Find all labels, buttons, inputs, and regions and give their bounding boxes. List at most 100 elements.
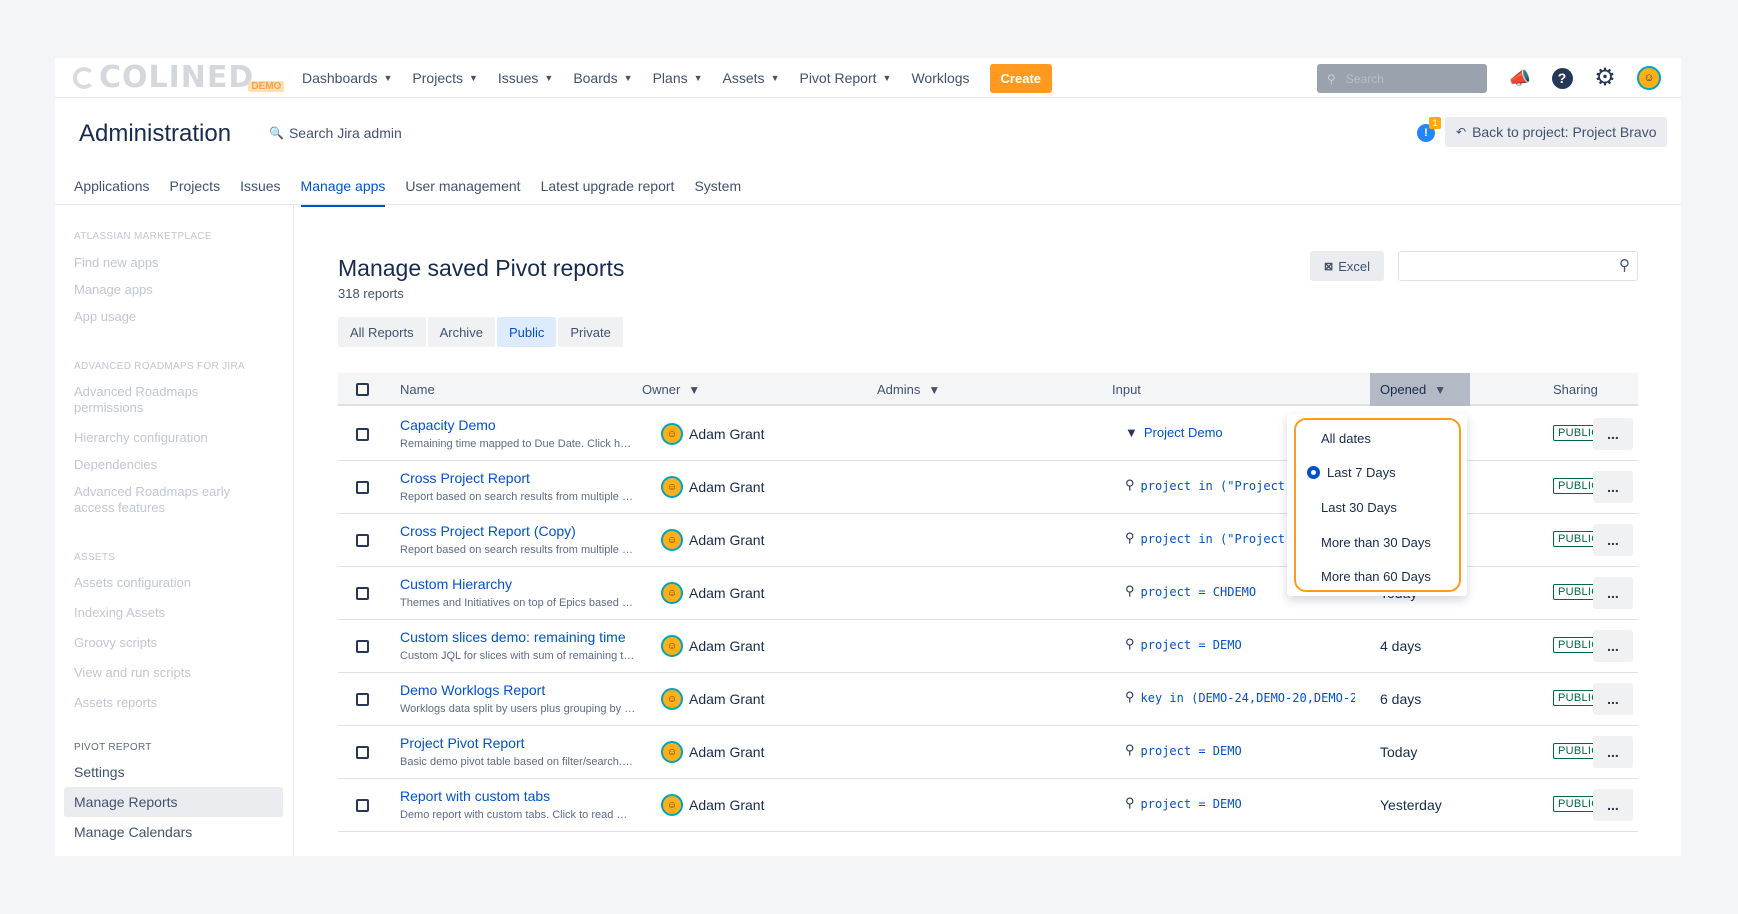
app-frame: COLINED DEMO Dashboards ▼ Projects ▼ Issue… (55, 58, 1681, 856)
report-name-link[interactable]: Custom Hierarchy (400, 576, 512, 592)
option-more-than-30-days[interactable]: More than 30 Days (1321, 535, 1431, 550)
column-opened[interactable]: Opened ▼ (1370, 373, 1470, 406)
sidebar-item-manage-apps[interactable]: Manage apps (74, 282, 234, 298)
opened-value: Yesterday (1380, 797, 1442, 813)
sidebar-item-indexing-assets[interactable]: Indexing Assets (74, 605, 234, 621)
excel-export-button[interactable]: ⊠ Excel (1310, 251, 1384, 281)
sidebar-item-settings[interactable]: Settings (74, 764, 234, 780)
column-label: Owner (642, 382, 681, 397)
column-owner[interactable]: Owner ▼ (642, 373, 700, 406)
logo[interactable]: COLINED DEMO (73, 63, 290, 93)
more-actions-button[interactable]: ... (1593, 736, 1633, 768)
logo-mark-icon (73, 67, 95, 89)
report-name-link[interactable]: Custom slices demo: remaining time (400, 629, 626, 645)
back-to-project-button[interactable]: ↶ Back to project: Project Bravo (1445, 117, 1668, 147)
filter-icon[interactable]: ▼ (928, 383, 940, 397)
megaphone-icon[interactable]: 📣 (1507, 65, 1533, 91)
sidebar-item-dependencies[interactable]: Dependencies (74, 457, 234, 473)
row-checkbox[interactable] (356, 640, 369, 653)
filter-tab-all-reports[interactable]: All Reports (338, 317, 426, 347)
nav-item-issues[interactable]: Issues ▼ (498, 70, 553, 86)
help-icon[interactable]: ? (1549, 65, 1575, 91)
report-name-link[interactable]: Report with custom tabs (400, 788, 550, 804)
tab-projects[interactable]: Projects (170, 178, 221, 207)
tab-user-management[interactable]: User management (405, 178, 520, 207)
nav-item-worklogs[interactable]: Worklogs (911, 70, 969, 86)
report-name-link[interactable]: Cross Project Report (Copy) (400, 523, 576, 539)
create-button[interactable]: Create (989, 63, 1053, 93)
filter-tab-private[interactable]: Private (558, 317, 623, 347)
column-name[interactable]: Name (400, 373, 435, 406)
more-actions-button[interactable]: ... (1593, 418, 1633, 450)
input-cell[interactable]: ⚲ project = DEMO (1125, 743, 1355, 758)
more-actions-button[interactable]: ... (1593, 524, 1633, 556)
input-cell[interactable]: ⚲ project = DEMO (1125, 637, 1355, 652)
nav-item-assets[interactable]: Assets ▼ (723, 70, 780, 86)
nav-item-boards[interactable]: Boards ▼ (573, 70, 632, 86)
tab-issues[interactable]: Issues (240, 178, 280, 207)
option-more-than-60-days[interactable]: More than 60 Days (1321, 569, 1431, 584)
report-name-link[interactable]: Demo Worklogs Report (400, 682, 545, 698)
sidebar-item-early-access-features[interactable]: Advanced Roadmaps early access features (74, 484, 234, 516)
nav-label: Plans (652, 70, 688, 86)
sidebar-item-advanced-roadmaps-permissions[interactable]: Advanced Roadmaps permissions (74, 384, 234, 416)
column-sharing[interactable]: Sharing (1553, 373, 1598, 406)
nav-item-plans[interactable]: Plans ▼ (653, 70, 703, 86)
row-checkbox[interactable] (356, 746, 369, 759)
row-checkbox[interactable] (356, 587, 369, 600)
sidebar-item-groovy-scripts[interactable]: Groovy scripts (74, 635, 234, 651)
input-cell[interactable]: ⚲ key in (DEMO-24,DEMO-20,DEMO-21) (1125, 690, 1355, 705)
row-checkbox[interactable] (356, 693, 369, 706)
table-header: Name Owner ▼ Admins ▼ Input Opened ▼ Sharin… (338, 373, 1638, 406)
sidebar-item-manage-calendars[interactable]: Manage Calendars (74, 824, 234, 840)
row-checkbox[interactable] (356, 428, 369, 441)
filter-icon[interactable]: ▼ (688, 383, 700, 397)
report-description: Custom JQL for slices with sum of remain… (400, 650, 636, 662)
row-checkbox[interactable] (356, 799, 369, 812)
owner-name: Adam Grant (689, 797, 765, 813)
report-name-link[interactable]: Project Pivot Report (400, 735, 525, 751)
admin-search-link[interactable]: 🔍 Search Jira admin (269, 125, 402, 141)
row-checkbox[interactable] (356, 534, 369, 547)
more-actions-button[interactable]: ... (1593, 789, 1633, 821)
search-icon: ⚲ (1327, 71, 1336, 86)
select-all-checkbox[interactable] (356, 373, 369, 406)
more-actions-button[interactable]: ... (1593, 683, 1633, 715)
sidebar-item-app-usage[interactable]: App usage (74, 309, 234, 325)
report-name-link[interactable]: Cross Project Report (400, 470, 530, 486)
column-input[interactable]: Input (1112, 373, 1141, 406)
sidebar-item-assets-reports[interactable]: Assets reports (74, 695, 234, 711)
radio-selected-icon[interactable] (1307, 466, 1320, 479)
tab-latest-upgrade-report[interactable]: Latest upgrade report (541, 178, 675, 207)
tab-manage-apps[interactable]: Manage apps (300, 178, 386, 207)
report-description: Themes and Initiatives on top of Epics b… (400, 597, 636, 609)
sidebar-item-find-new-apps[interactable]: Find new apps (74, 255, 234, 271)
tab-applications[interactable]: Applications (74, 178, 150, 207)
filter-tab-public[interactable]: Public (496, 317, 557, 347)
row-checkbox[interactable] (356, 481, 369, 494)
report-name-link[interactable]: Capacity Demo (400, 417, 496, 433)
nav-item-dashboards[interactable]: Dashboards ▼ (302, 70, 392, 86)
input-cell[interactable]: ⚲ project = DEMO (1125, 796, 1355, 811)
option-last-7-days[interactable]: Last 7 Days (1327, 465, 1396, 480)
sidebar-item-hierarchy-configuration[interactable]: Hierarchy configuration (74, 430, 234, 446)
sidebar-item-assets-configuration[interactable]: Assets configuration (74, 575, 234, 591)
nav-item-pivot-report[interactable]: Pivot Report ▼ (799, 70, 891, 86)
tab-system[interactable]: System (694, 178, 741, 207)
column-admins[interactable]: Admins ▼ (877, 373, 940, 406)
report-search-input[interactable]: ⚲ (1398, 251, 1638, 281)
option-last-30-days[interactable]: Last 30 Days (1321, 500, 1397, 515)
more-actions-button[interactable]: ... (1593, 471, 1633, 503)
nav-item-projects[interactable]: Projects ▼ (412, 70, 478, 86)
option-all-dates[interactable]: All dates (1321, 431, 1371, 446)
global-search-input[interactable]: ⚲ Search (1317, 64, 1487, 93)
sidebar-item-manage-reports[interactable]: Manage Reports (64, 787, 283, 817)
more-actions-button[interactable]: ... (1593, 577, 1633, 609)
sidebar-item-view-run-scripts[interactable]: View and run scripts (74, 665, 234, 681)
gear-icon[interactable]: ⚙ (1592, 65, 1618, 91)
user-avatar[interactable]: ☺ (1636, 65, 1662, 91)
more-actions-button[interactable]: ... (1593, 630, 1633, 662)
input-value: project = DEMO (1140, 743, 1242, 758)
filter-icon[interactable]: ▼ (1434, 383, 1446, 397)
filter-tab-archive[interactable]: Archive (427, 317, 495, 347)
